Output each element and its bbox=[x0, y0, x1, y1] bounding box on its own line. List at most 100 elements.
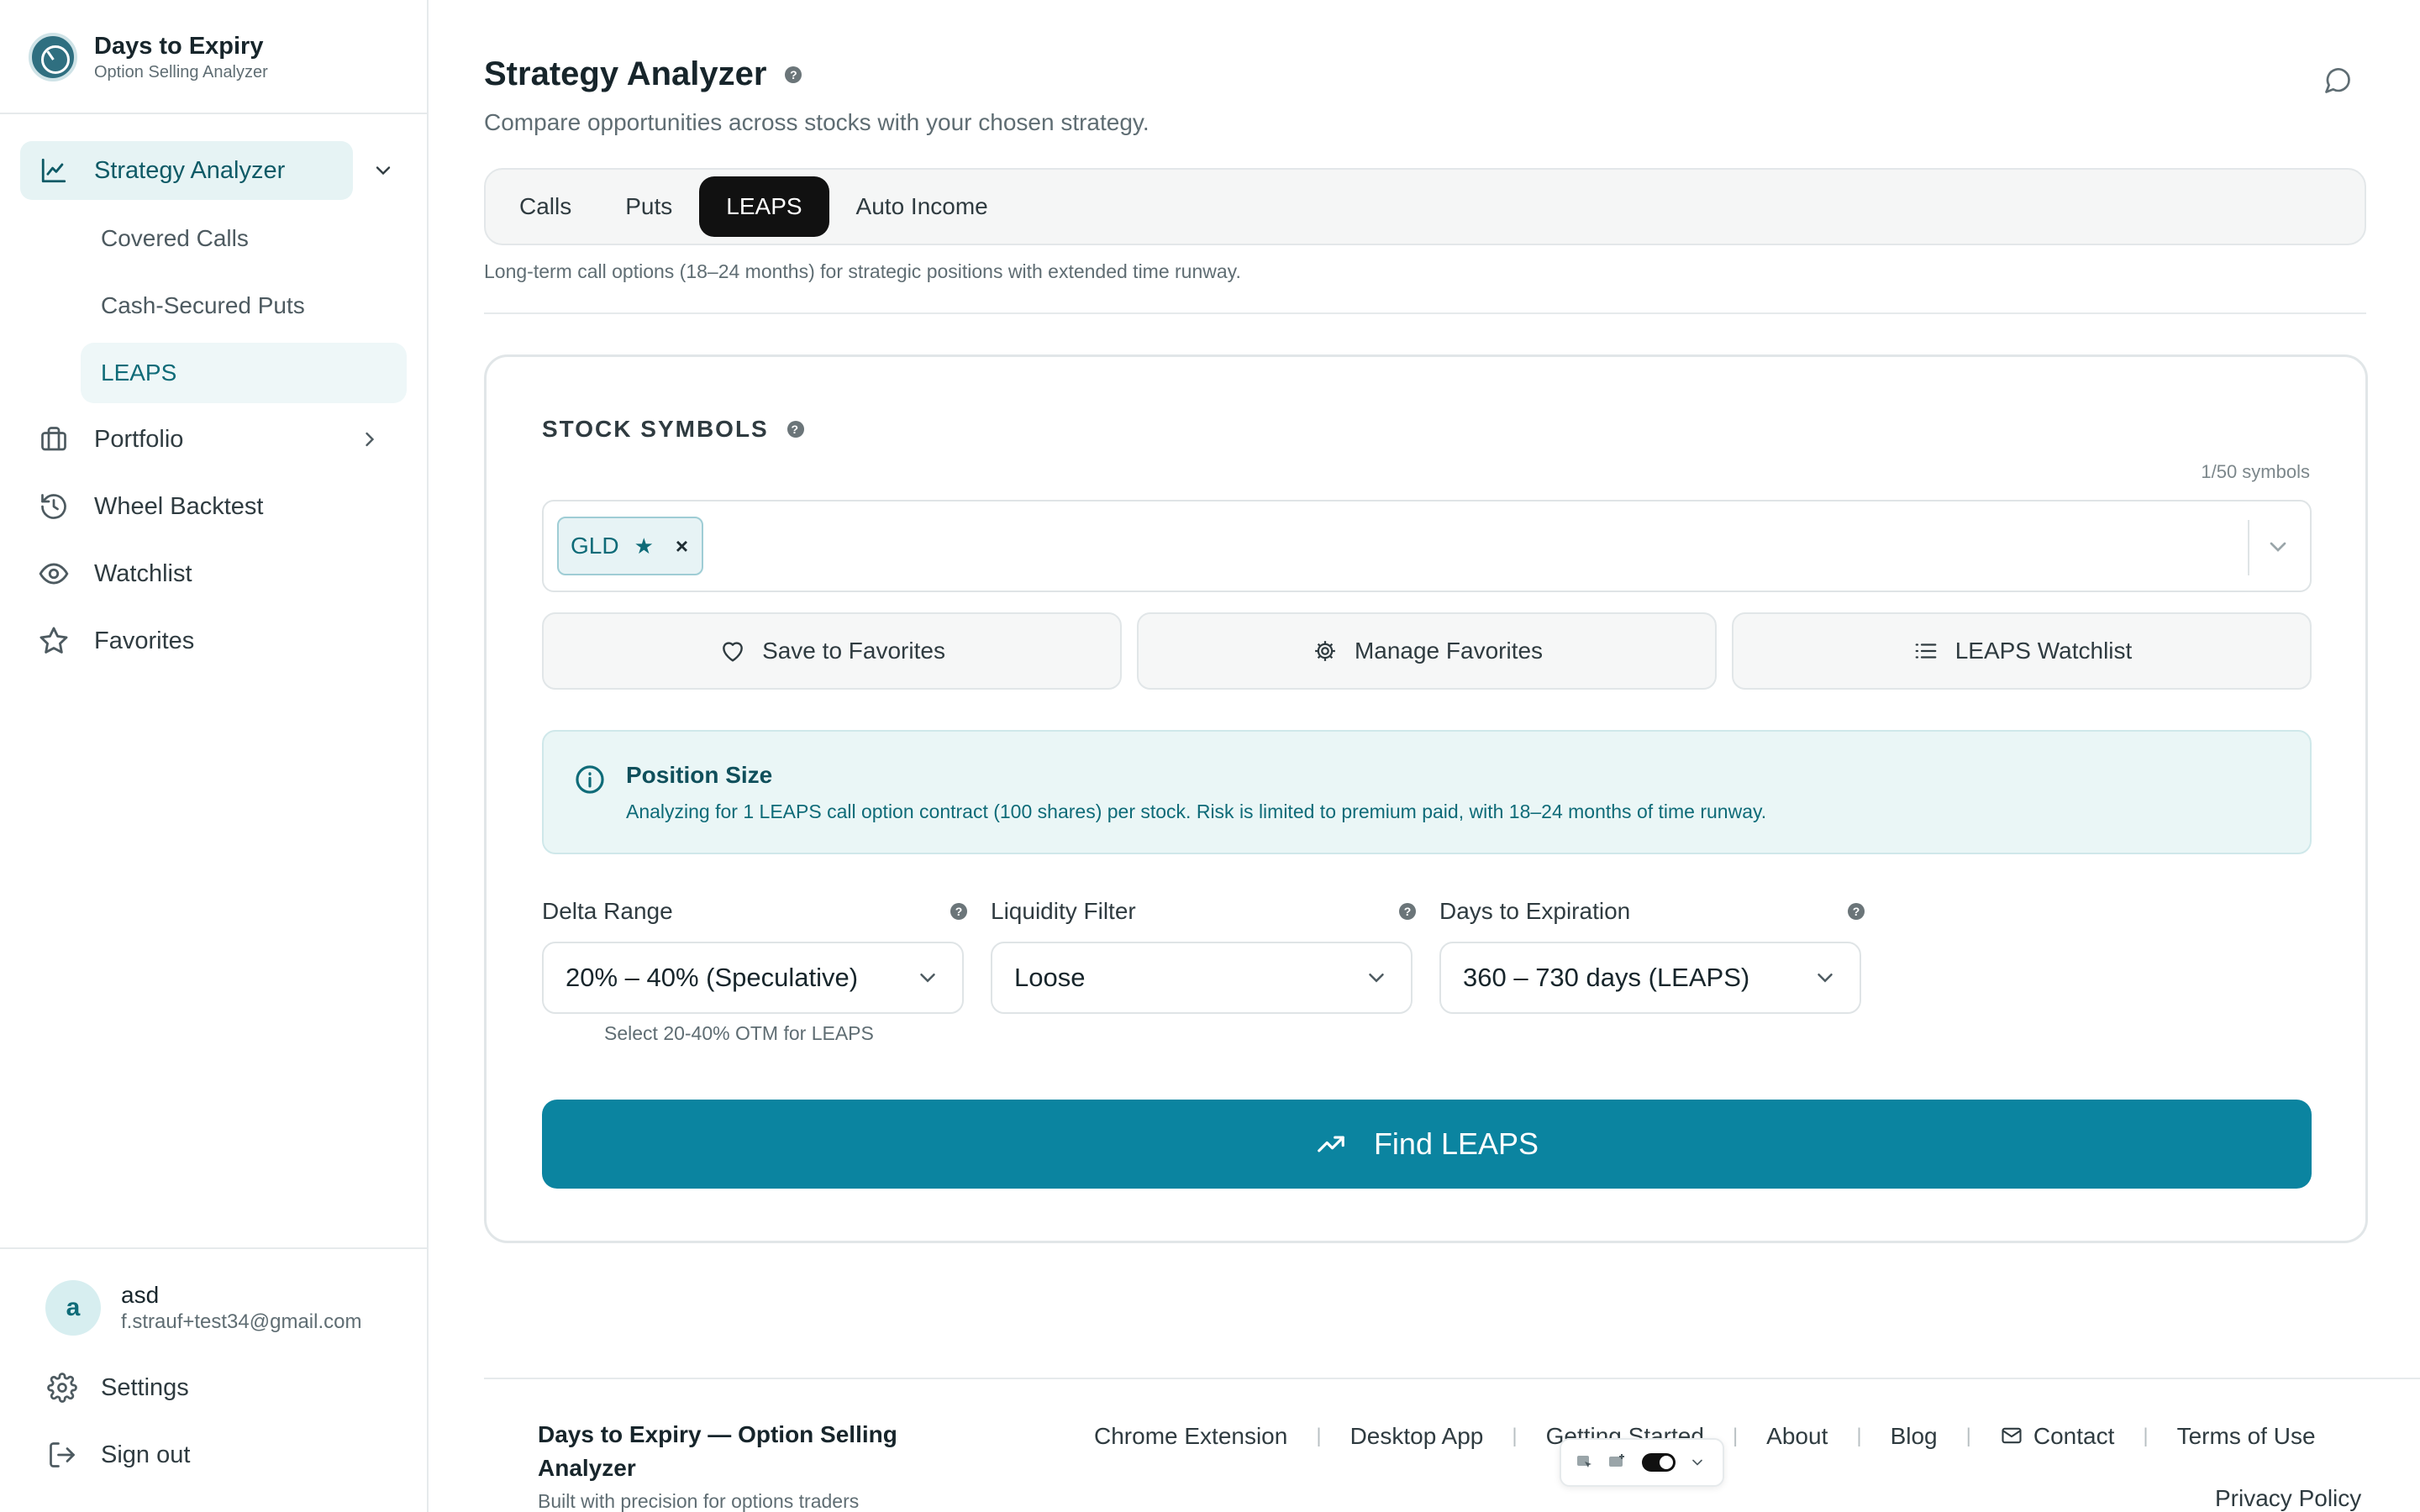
analyzer-card: STOCK SYMBOLS ? 1/50 symbols GLD ★ × Sav… bbox=[484, 354, 2368, 1243]
position-size-info: Position Size Analyzing for 1 LEAPS call… bbox=[542, 730, 2312, 854]
button-label: Save to Favorites bbox=[762, 638, 945, 664]
sidebar-item-label: Favorites bbox=[94, 627, 195, 654]
floating-toolbar bbox=[1560, 1438, 1724, 1487]
divider bbox=[484, 312, 2366, 314]
footer-separator: | bbox=[1316, 1425, 1322, 1447]
avatar: a bbox=[45, 1280, 101, 1336]
symbol-input[interactable]: GLD ★ × bbox=[542, 500, 2312, 592]
sidebar-item-watchlist[interactable]: Watchlist bbox=[20, 544, 192, 603]
briefcase-icon bbox=[37, 423, 71, 456]
page-title: Strategy Analyzer ? bbox=[484, 55, 802, 93]
help-icon[interactable]: ? bbox=[1399, 903, 1416, 920]
star-icon bbox=[37, 624, 71, 658]
sidebar-item-label: Wheel Backtest bbox=[94, 492, 264, 520]
sidebar-item-label: Portfolio bbox=[94, 425, 184, 453]
sign-out-label: Sign out bbox=[101, 1441, 191, 1468]
manage-favorites-button[interactable]: Manage Favorites bbox=[1137, 612, 1717, 690]
select-value: Loose bbox=[1014, 963, 1086, 992]
settings-label: Settings bbox=[101, 1373, 189, 1401]
mail-icon bbox=[2000, 1424, 2025, 1449]
chevron-right-icon bbox=[358, 428, 381, 451]
chevron-down-icon[interactable] bbox=[371, 159, 395, 182]
settings-link[interactable]: Settings bbox=[45, 1362, 189, 1413]
clock-logo-icon bbox=[29, 33, 77, 81]
comment-add-icon[interactable] bbox=[1605, 1451, 1628, 1474]
save-to-favorites-button[interactable]: Save to Favorites bbox=[542, 612, 1122, 690]
tab-puts[interactable]: Puts bbox=[598, 176, 699, 237]
symbol-chip[interactable]: GLD ★ × bbox=[557, 517, 703, 575]
footer-separator: | bbox=[1856, 1425, 1862, 1447]
button-label: Manage Favorites bbox=[1354, 638, 1544, 664]
sidebar-subitem-label: Cash-Secured Puts bbox=[101, 292, 305, 318]
chevron-down-icon[interactable] bbox=[1686, 1451, 1709, 1474]
footer-link-blog[interactable]: Blog bbox=[1891, 1423, 1938, 1450]
sign-out-link[interactable]: Sign out bbox=[45, 1430, 190, 1480]
leaps-watchlist-button[interactable]: LEAPS Watchlist bbox=[1732, 612, 2312, 690]
toggle-switch[interactable] bbox=[1642, 1453, 1676, 1472]
sidebar: Days to Expiry Option Selling Analyzer S… bbox=[0, 0, 429, 1512]
main-content: Strategy Analyzer ? Compare opportunitie… bbox=[430, 0, 2420, 1512]
sidebar-item-label: Strategy Analyzer bbox=[94, 156, 286, 184]
footer-link-desktop-app[interactable]: Desktop App bbox=[1350, 1423, 1484, 1450]
user-name: asd bbox=[121, 1282, 160, 1308]
tab-leaps[interactable]: LEAPS bbox=[699, 176, 829, 237]
help-icon[interactable]: ? bbox=[1848, 903, 1865, 920]
sidebar-item-favorites[interactable]: Favorites bbox=[20, 612, 194, 670]
sidebar-item-wheel-backtest[interactable]: Wheel Backtest bbox=[20, 477, 263, 536]
user-profile[interactable]: a asd f.strauf+test34@gmail.com bbox=[45, 1280, 361, 1336]
sidebar-subitem-label: LEAPS bbox=[101, 360, 177, 386]
symbol-chip-label: GLD bbox=[571, 533, 619, 559]
tab-calls[interactable]: Calls bbox=[492, 176, 598, 237]
eye-icon bbox=[37, 557, 71, 591]
sidebar-divider bbox=[0, 113, 427, 114]
page-title-text: Strategy Analyzer bbox=[484, 55, 767, 92]
days-to-expiration-label: Days to Expiration bbox=[1439, 898, 1631, 924]
button-label: LEAPS Watchlist bbox=[1954, 638, 2133, 664]
footer-link-terms[interactable]: Terms of Use bbox=[2177, 1423, 2316, 1450]
delta-range-select[interactable]: 20% – 40% (Speculative) bbox=[542, 942, 964, 1014]
chat-bubble-icon[interactable] bbox=[2323, 66, 2353, 96]
symbol-count: 1/50 symbols bbox=[2201, 461, 2310, 482]
footer-separator: | bbox=[1732, 1425, 1739, 1447]
help-icon[interactable]: ? bbox=[786, 421, 804, 438]
footer-separator: | bbox=[1512, 1425, 1518, 1447]
sidebar-subitem-cash-secured-puts[interactable]: Cash-Secured Puts bbox=[81, 276, 407, 336]
footer-separator: | bbox=[1965, 1425, 1971, 1447]
brand[interactable]: Days to Expiry Option Selling Analyzer bbox=[29, 30, 268, 84]
chevron-down-icon bbox=[1812, 965, 1838, 990]
days-to-expiration-select[interactable]: 360 – 730 days (LEAPS) bbox=[1439, 942, 1861, 1014]
footer-link-privacy[interactable]: Privacy Policy bbox=[2215, 1485, 2361, 1512]
help-icon[interactable]: ? bbox=[950, 903, 967, 920]
footer-link-about[interactable]: About bbox=[1766, 1423, 1828, 1450]
tab-description: Long-term call options (18–24 months) fo… bbox=[484, 260, 1241, 282]
chevron-down-icon[interactable] bbox=[2265, 533, 2291, 560]
select-value: 20% – 40% (Speculative) bbox=[566, 963, 859, 992]
help-icon[interactable]: ? bbox=[785, 66, 802, 83]
brand-subtitle: Option Selling Analyzer bbox=[94, 63, 268, 81]
chevron-down-icon bbox=[1364, 965, 1389, 990]
delta-range-hint: Select 20-40% OTM for LEAPS bbox=[604, 1022, 874, 1044]
sidebar-item-portfolio[interactable]: Portfolio bbox=[20, 410, 398, 469]
close-icon[interactable]: × bbox=[676, 533, 688, 559]
footer-link-label: Contact bbox=[2033, 1423, 2115, 1449]
trending-up-icon bbox=[1315, 1128, 1347, 1160]
heart-icon bbox=[718, 637, 747, 665]
strategy-tabs: Calls Puts LEAPS Auto Income bbox=[484, 168, 2366, 245]
line-chart-icon bbox=[37, 154, 71, 187]
tab-auto-income[interactable]: Auto Income bbox=[829, 176, 1015, 237]
cursor-icon[interactable] bbox=[1573, 1451, 1597, 1474]
sidebar-divider bbox=[0, 1247, 427, 1249]
star-icon[interactable]: ★ bbox=[634, 533, 654, 559]
footer-link-contact[interactable]: Contact bbox=[2000, 1423, 2115, 1450]
sidebar-subitem-leaps[interactable]: LEAPS bbox=[81, 343, 407, 403]
sidebar-item-strategy-analyzer[interactable]: Strategy Analyzer bbox=[20, 141, 391, 200]
position-size-text: Analyzing for 1 LEAPS call option contra… bbox=[626, 801, 1767, 822]
chevron-down-icon bbox=[915, 965, 940, 990]
liquidity-filter-select[interactable]: Loose bbox=[991, 942, 1413, 1014]
sidebar-subitem-covered-calls[interactable]: Covered Calls bbox=[81, 208, 407, 269]
footer-link-chrome-extension[interactable]: Chrome Extension bbox=[1094, 1423, 1287, 1450]
liquidity-filter-label: Liquidity Filter bbox=[991, 898, 1136, 924]
find-leaps-button[interactable]: Find LEAPS bbox=[542, 1100, 2312, 1189]
sidebar-subitem-label: Covered Calls bbox=[101, 225, 249, 251]
delta-range-label: Delta Range bbox=[542, 898, 673, 924]
